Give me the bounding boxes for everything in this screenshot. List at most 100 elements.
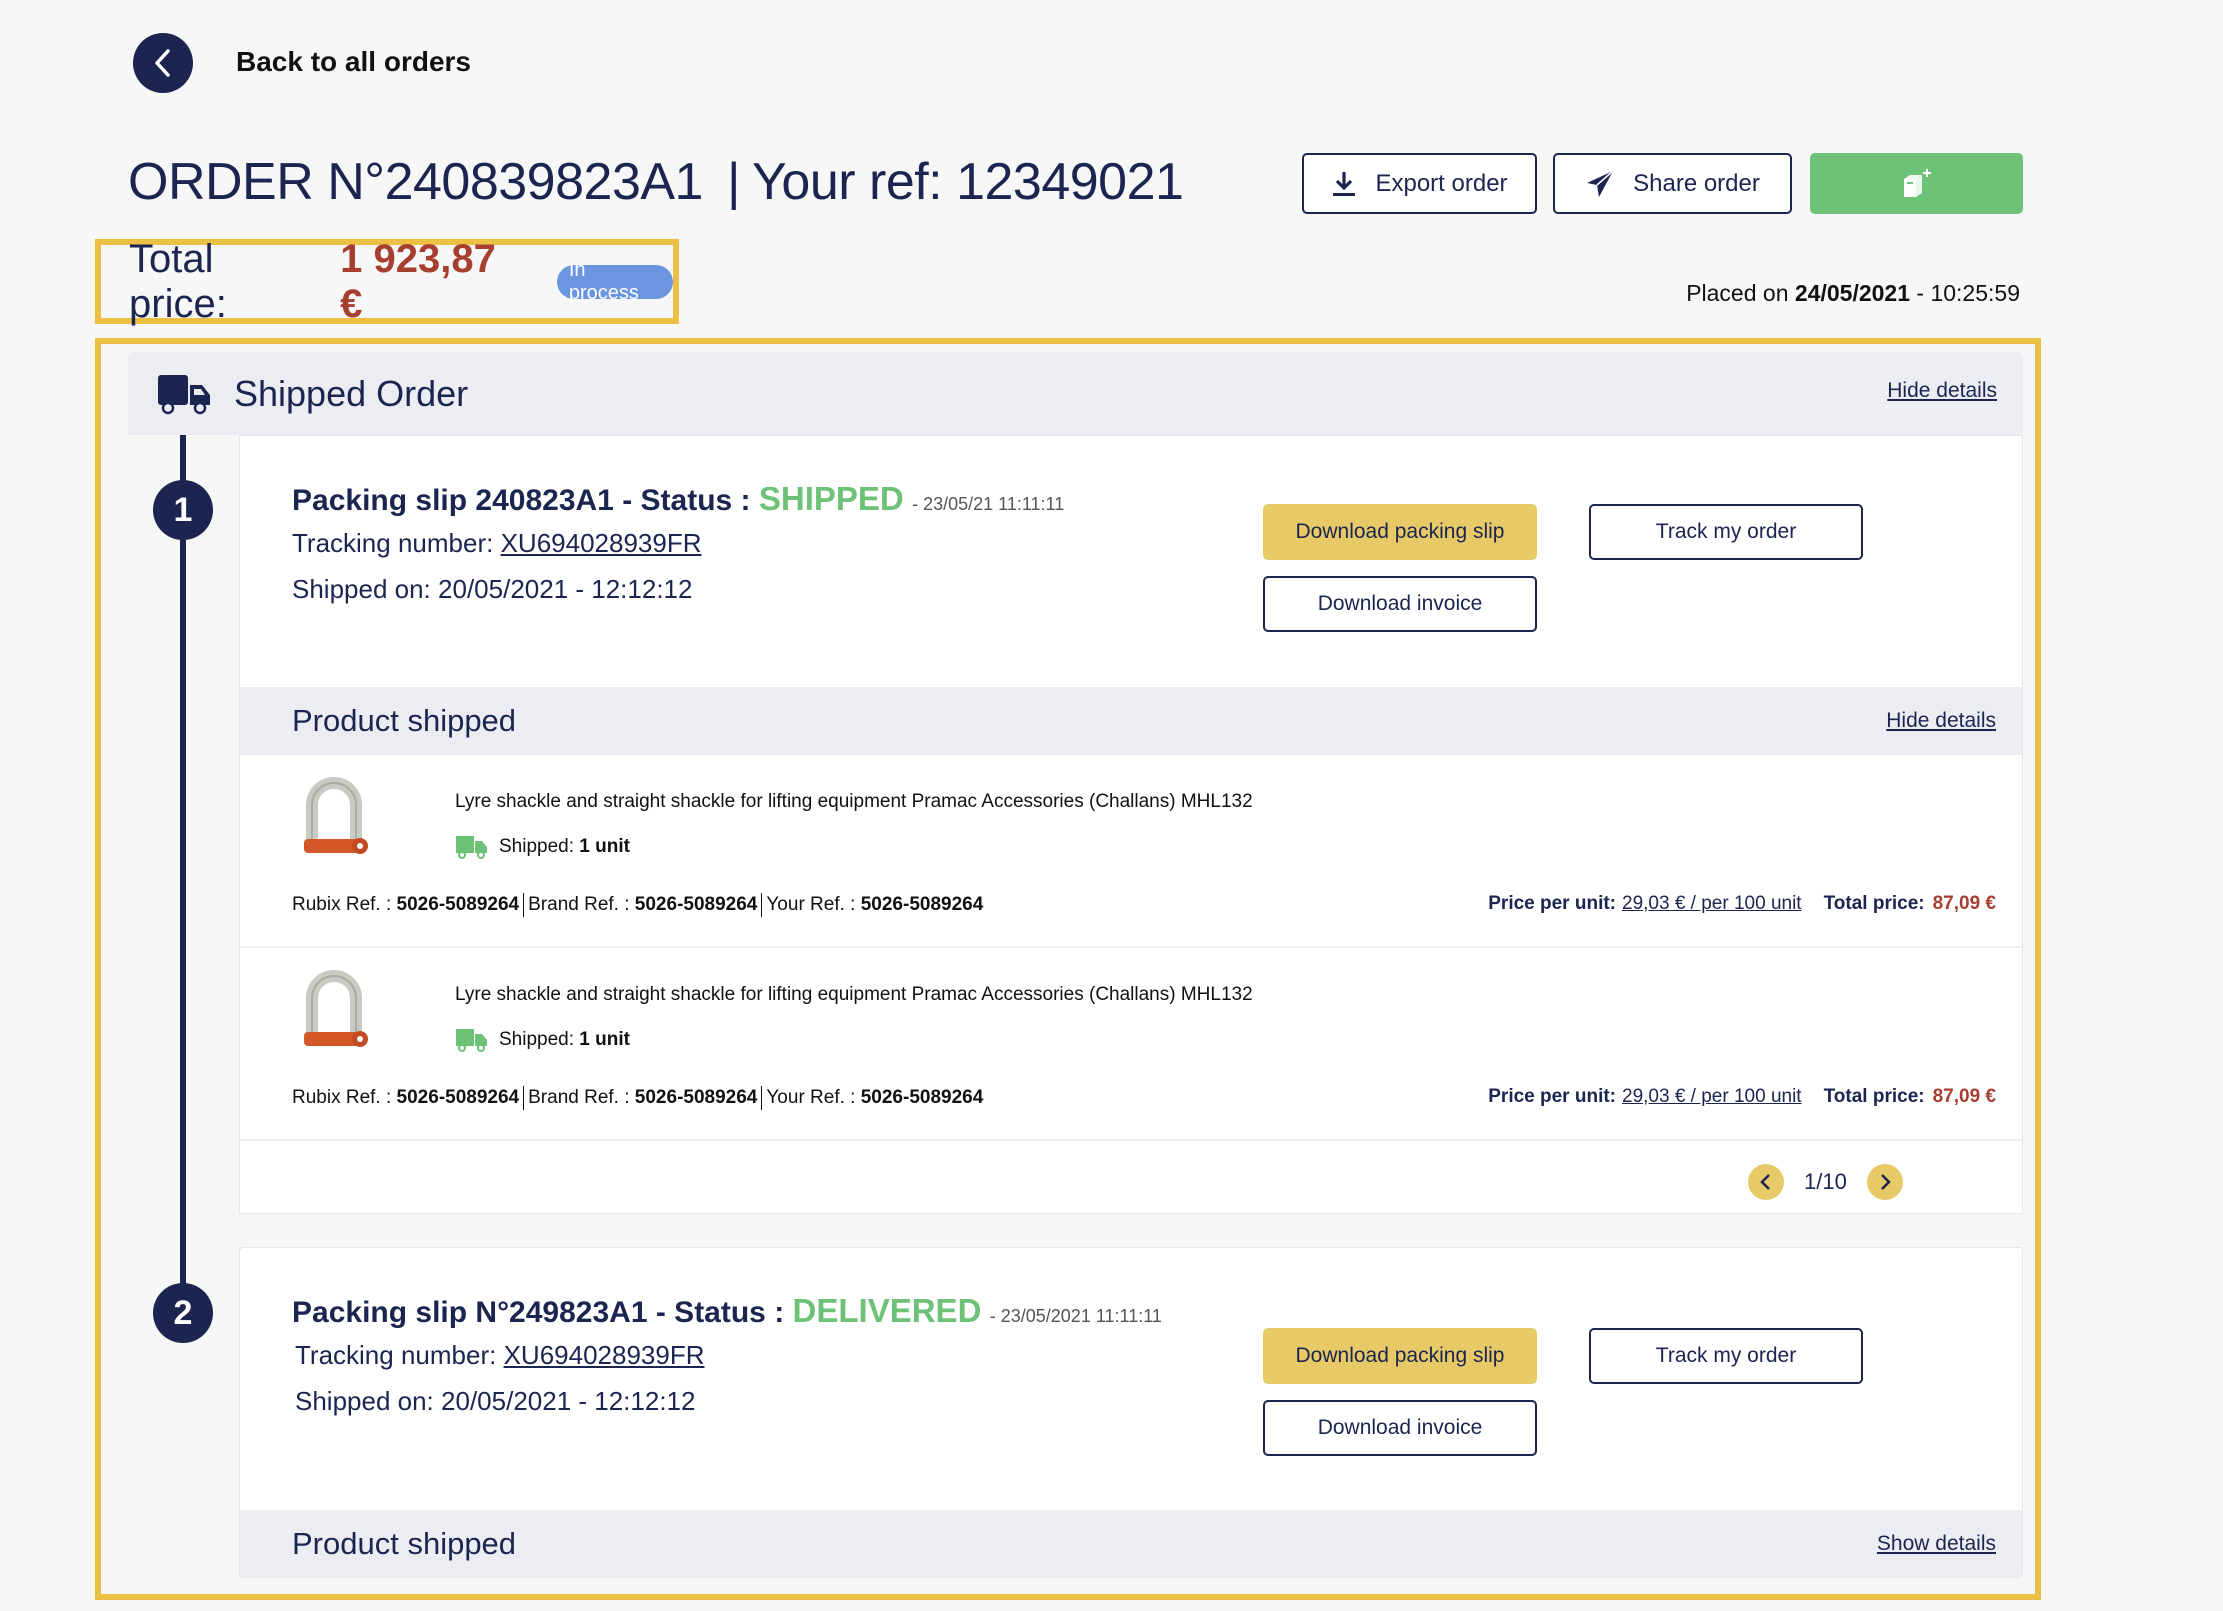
shipped-label: Shipped: — [499, 836, 575, 857]
title-separator: | — [726, 153, 741, 211]
packing-slip-title: Packing slip N°249823A1 - Status : DELIV… — [292, 1292, 1162, 1330]
shipped-order-title: Shipped Order — [234, 372, 469, 414]
back-button[interactable] — [133, 33, 193, 93]
hide-details-link[interactable]: Hide details — [1887, 379, 1997, 403]
product-shipped-header: Product shipped Hide details — [240, 687, 2022, 755]
truck-icon — [158, 374, 210, 414]
tracking-number-link[interactable]: XU694028939FR — [501, 528, 702, 558]
shipped-on-row: Shipped on: 20/05/2021 - 12:12:12 — [292, 574, 692, 605]
placed-on-date: Placed on 24/05/2021 - 10:25:59 — [1686, 280, 2020, 307]
divider — [523, 1086, 525, 1110]
your-ref-label: Your Ref. : — [766, 894, 856, 916]
shipped-quantity: 1 unit — [579, 836, 630, 857]
placed-on-time: - 10:25:59 — [1916, 280, 2020, 306]
product-name[interactable]: Lyre shackle and straight shackle for li… — [455, 984, 1253, 1006]
paper-plane-icon — [1587, 169, 1614, 197]
price-per-unit-label: Price per unit: — [1488, 1086, 1616, 1107]
brand-ref: 5026-5089264 — [634, 1087, 758, 1109]
back-to-orders-link[interactable]: Back to all orders — [236, 46, 471, 78]
download-packing-slip-button[interactable]: Download packing slip — [1263, 1328, 1537, 1384]
your-ref: 5026-5089264 — [860, 894, 984, 916]
chevron-right-icon — [1880, 1174, 1891, 1190]
shipped-order-header: Shipped Order Hide details — [128, 352, 2023, 435]
chevron-left-icon — [155, 49, 170, 77]
shackle-product-image — [304, 777, 368, 854]
packing-slip-card: Packing slip N°249823A1 - Status : DELIV… — [239, 1247, 2023, 1578]
export-order-button[interactable]: Export order — [1302, 153, 1537, 214]
show-product-details-link[interactable]: Show details — [1877, 1532, 1996, 1556]
brand-ref-label: Brand Ref. : — [528, 894, 630, 916]
page-title: ORDER N°240839823A1 | Your ref: 12349021 — [128, 152, 1184, 212]
divider — [761, 893, 763, 917]
green-truck-icon — [456, 1029, 487, 1052]
shipped-quantity: 1 unit — [579, 1029, 630, 1050]
price-per-unit-label: Price per unit: — [1488, 893, 1616, 914]
rubix-ref: 5026-5089264 — [396, 894, 520, 916]
price-per-unit-link[interactable]: 29,03 € / per 100 unit — [1622, 1086, 1802, 1107]
your-ref: 5026-5089264 — [860, 1087, 984, 1109]
product-shipped-qty: Shipped: 1 unit — [455, 835, 630, 859]
tracking-number-link[interactable]: XU694028939FR — [504, 1340, 705, 1370]
packing-slip-card: Packing slip 240823A1 - Status : SHIPPED… — [239, 435, 2023, 1214]
product-row: Lyre shackle and straight shackle for li… — [240, 948, 2022, 1141]
product-total-price: 87,09 € — [1932, 893, 1996, 914]
product-name[interactable]: Lyre shackle and straight shackle for li… — [455, 791, 1253, 813]
rubix-ref-label: Rubix Ref. : — [292, 1087, 392, 1109]
product-total-price: 87,09 € — [1932, 1086, 1996, 1107]
previous-page-button[interactable] — [1748, 1164, 1784, 1200]
download-invoice-button[interactable]: Download invoice — [1263, 576, 1537, 632]
divider — [761, 1086, 763, 1110]
tracking-number-row: Tracking number: XU694028939FR — [295, 1340, 705, 1371]
placed-on-date-value: 24/05/2021 — [1794, 280, 1911, 306]
tracking-number-row: Tracking number: XU694028939FR — [292, 528, 702, 559]
total-price-summary: Total price: 1 923,87 € In process — [95, 236, 679, 326]
product-references: Rubix Ref. : 5026-5089264 Brand Ref. : 50… — [292, 1086, 983, 1110]
rubix-ref-label: Rubix Ref. : — [292, 894, 392, 916]
slip-status: DELIVERED — [792, 1292, 982, 1329]
shackle-product-image — [304, 970, 368, 1047]
download-packing-slip-button[interactable]: Download packing slip — [1263, 504, 1537, 560]
product-pagination: 1/10 — [1748, 1164, 1903, 1200]
share-order-button[interactable]: Share order — [1553, 153, 1792, 214]
shipped-label: Shipped: — [499, 1029, 575, 1050]
packing-slip-number: Packing slip 240823A1 - Status : — [292, 484, 751, 517]
your-ref-label: Your Ref. : — [766, 1087, 856, 1109]
status-badge: In process — [556, 259, 673, 304]
product-shipped-header: Product shipped Show details — [240, 1510, 2022, 1578]
chevron-left-icon — [1760, 1174, 1770, 1190]
product-total-label: Total price: — [1823, 1086, 1925, 1107]
download-invoice-button[interactable]: Download invoice — [1263, 1400, 1537, 1456]
track-order-button[interactable]: Track my order — [1589, 504, 1863, 560]
shipped-on-label: Shipped on: — [292, 574, 431, 604]
product-row: Lyre shackle and straight shackle for li… — [240, 755, 2022, 948]
order-number: ORDER N°240839823A1 — [128, 153, 703, 211]
shipped-on-value: 20/05/2021 - 12:12:12 — [441, 1386, 696, 1416]
product-shipped-title: Product shipped — [292, 1526, 517, 1561]
timeline-line — [180, 435, 186, 1310]
download-icon — [1333, 171, 1356, 196]
rubix-ref: 5026-5089264 — [396, 1087, 520, 1109]
share-order-label: Share order — [1633, 169, 1760, 197]
total-price-label: Total price: — [129, 236, 227, 326]
next-page-button[interactable] — [1866, 1164, 1903, 1200]
export-order-label: Export order — [1375, 169, 1508, 197]
step-number-1: 1 — [153, 480, 213, 540]
price-per-unit-link[interactable]: 29,03 € / per 100 unit — [1622, 893, 1802, 914]
tracking-label: Tracking number: — [295, 1340, 497, 1370]
product-total-label: Total price: — [1823, 893, 1925, 914]
brand-ref-label: Brand Ref. : — [528, 1087, 630, 1109]
your-reference: Your ref: 12349021 — [751, 153, 1184, 211]
track-order-button[interactable]: Track my order — [1589, 1328, 1863, 1384]
tracking-label: Tracking number: — [292, 528, 494, 558]
hide-product-details-link[interactable]: Hide details — [1886, 709, 1996, 733]
green-truck-icon — [456, 836, 487, 859]
placed-on-prefix: Placed on — [1686, 280, 1789, 306]
shipped-on-label: Shipped on: — [295, 1386, 434, 1416]
product-shipped-qty: Shipped: 1 unit — [455, 1028, 630, 1052]
add-to-cart-button[interactable] — [1810, 153, 2023, 214]
slip-status-date: - 23/05/21 11:11:11 — [912, 494, 1065, 514]
total-price-value: 1 923,87 € — [340, 236, 496, 326]
product-references: Rubix Ref. : 5026-5089264 Brand Ref. : 50… — [292, 893, 983, 917]
page-indicator: 1/10 — [1804, 1169, 1847, 1194]
shipped-on-value: 20/05/2021 - 12:12:12 — [438, 574, 693, 604]
